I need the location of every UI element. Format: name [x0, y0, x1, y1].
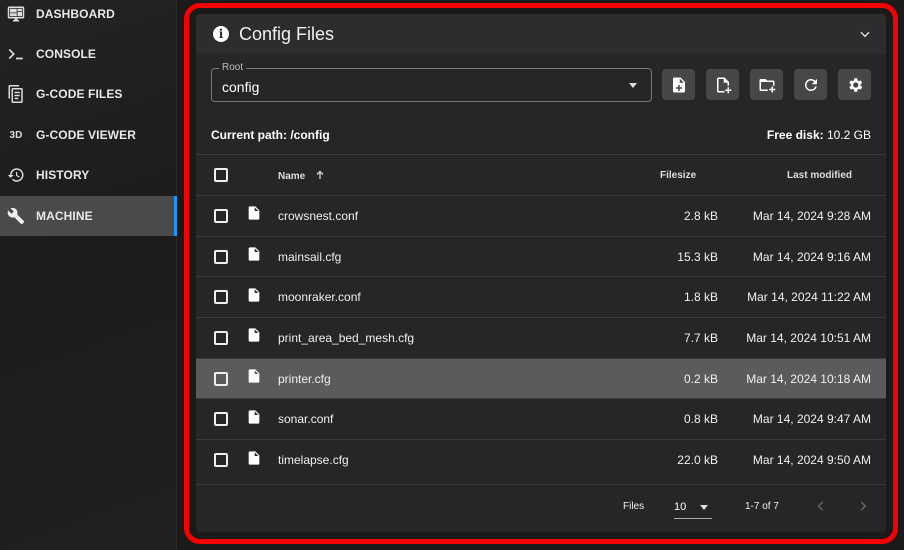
- sidebar-item-console[interactable]: CONSOLE: [0, 34, 177, 74]
- wrench-icon: [6, 206, 26, 226]
- sidebar-item-label: CONSOLE: [36, 47, 97, 61]
- sidebar-item-label: G-CODE VIEWER: [36, 128, 136, 142]
- sidebar-item-dashboard[interactable]: DASHBOARD: [0, 0, 177, 34]
- sidebar-item-label: G-CODE FILES: [36, 87, 123, 101]
- sidebar-item-gcode-files[interactable]: G-CODE FILES: [0, 74, 177, 114]
- file-document-icon: [6, 84, 26, 104]
- sidebar-item-label: DASHBOARD: [36, 7, 115, 21]
- highlight-frame: [184, 3, 898, 544]
- sidebar: DASHBOARD CONSOLE G-CODE FILES 3D G-CODE…: [0, 0, 177, 550]
- sidebar-item-machine[interactable]: MACHINE: [0, 196, 177, 236]
- history-icon: [6, 165, 26, 185]
- sidebar-item-label: MACHINE: [36, 209, 93, 223]
- 3d-icon: 3D: [9, 129, 23, 141]
- monitor-dashboard-icon: [6, 4, 26, 24]
- console-icon: [6, 44, 26, 64]
- sidebar-item-label: HISTORY: [36, 168, 90, 182]
- sidebar-item-history[interactable]: HISTORY: [0, 155, 177, 195]
- sidebar-item-gcode-viewer[interactable]: 3D G-CODE VIEWER: [0, 115, 177, 155]
